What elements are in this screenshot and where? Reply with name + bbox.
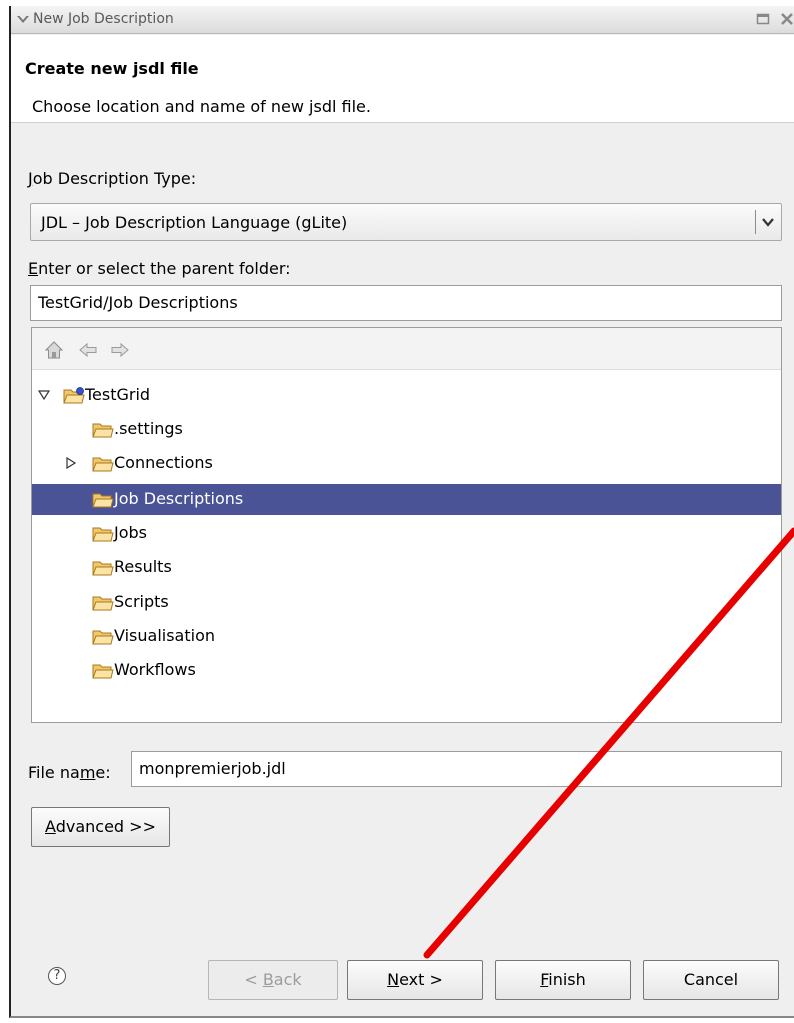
tree-item-label: Jobs xyxy=(114,523,147,542)
maximize-icon[interactable] xyxy=(756,12,770,26)
tree-item-label: TestGrid xyxy=(85,385,151,404)
project-folder-icon xyxy=(63,387,85,404)
back-button[interactable]: < Back xyxy=(208,960,338,1000)
window-menu-chevron-icon[interactable] xyxy=(15,12,31,28)
tree-item-settings[interactable]: .settings xyxy=(32,414,781,445)
tree-item-label: Results xyxy=(114,557,172,576)
tree-item-label: .settings xyxy=(114,419,183,438)
back-arrow-icon[interactable] xyxy=(78,340,98,360)
window-title: New Job Description xyxy=(33,11,174,27)
tree-item-label: Scripts xyxy=(114,592,169,611)
file-name-label: File name: xyxy=(28,763,111,782)
job-type-select[interactable]: JDL – Job Description Language (gLite) xyxy=(30,203,782,241)
forward-arrow-icon[interactable] xyxy=(110,340,130,360)
tree-item-label: Job Descriptions xyxy=(114,489,244,508)
parent-folder-label: Enter or select the parent folder: xyxy=(28,259,291,278)
tree-item-label: Visualisation xyxy=(114,626,215,645)
tree-item-scripts[interactable]: Scripts xyxy=(32,587,781,618)
help-icon[interactable]: ? xyxy=(48,967,66,985)
tree-item-visualisation[interactable]: Visualisation xyxy=(32,621,781,652)
title-bar[interactable]: New Job Description xyxy=(11,6,794,34)
folder-icon xyxy=(92,493,114,508)
next-button[interactable]: Next > xyxy=(347,960,483,1000)
chevron-down-icon[interactable] xyxy=(761,216,775,228)
tree-item-label: Connections xyxy=(114,453,213,472)
parent-folder-input[interactable]: TestGrid/Job Descriptions xyxy=(30,285,782,321)
page-title: Create new jsdl file xyxy=(25,59,199,78)
folder-icon xyxy=(92,423,114,438)
collapse-triangle-icon[interactable] xyxy=(38,389,50,401)
folder-icon xyxy=(92,664,114,679)
job-type-selected-value: JDL – Job Description Language (gLite) xyxy=(41,213,348,232)
expand-triangle-icon[interactable] xyxy=(65,457,77,469)
home-icon[interactable] xyxy=(44,340,64,360)
tree-toolbar xyxy=(32,328,781,370)
advanced-button[interactable]: Advanced >> xyxy=(31,807,170,847)
wizard-header: Create new jsdl file Choose location and… xyxy=(11,35,794,123)
folder-icon xyxy=(92,561,114,576)
close-icon[interactable] xyxy=(780,12,794,26)
page-description: Choose location and name of new jsdl fil… xyxy=(32,97,371,116)
job-type-label: Job Description Type: xyxy=(28,169,197,188)
tree-item-jobs[interactable]: Jobs xyxy=(32,518,781,549)
tree-item-job-descriptions[interactable]: Job Descriptions xyxy=(32,484,781,515)
folder-icon xyxy=(92,630,114,645)
tree-item-testgrid[interactable]: TestGrid xyxy=(32,380,781,411)
file-name-input[interactable]: monpremierjob.jdl xyxy=(131,751,782,787)
folder-tree: TestGrid .settings Connections Job Descr… xyxy=(31,327,782,723)
tree-item-label: Workflows xyxy=(114,660,196,679)
folder-icon xyxy=(92,457,114,472)
new-job-description-dialog: New Job Description Create new jsdl file… xyxy=(9,6,794,1018)
combo-separator xyxy=(755,210,756,234)
tree-item-connections[interactable]: Connections xyxy=(32,448,781,479)
cancel-button[interactable]: Cancel xyxy=(643,960,779,1000)
tree-item-results[interactable]: Results xyxy=(32,552,781,583)
folder-icon xyxy=(92,596,114,611)
tree-item-workflows[interactable]: Workflows xyxy=(32,655,781,686)
folder-icon xyxy=(92,527,114,542)
finish-button[interactable]: Finish xyxy=(495,960,631,1000)
